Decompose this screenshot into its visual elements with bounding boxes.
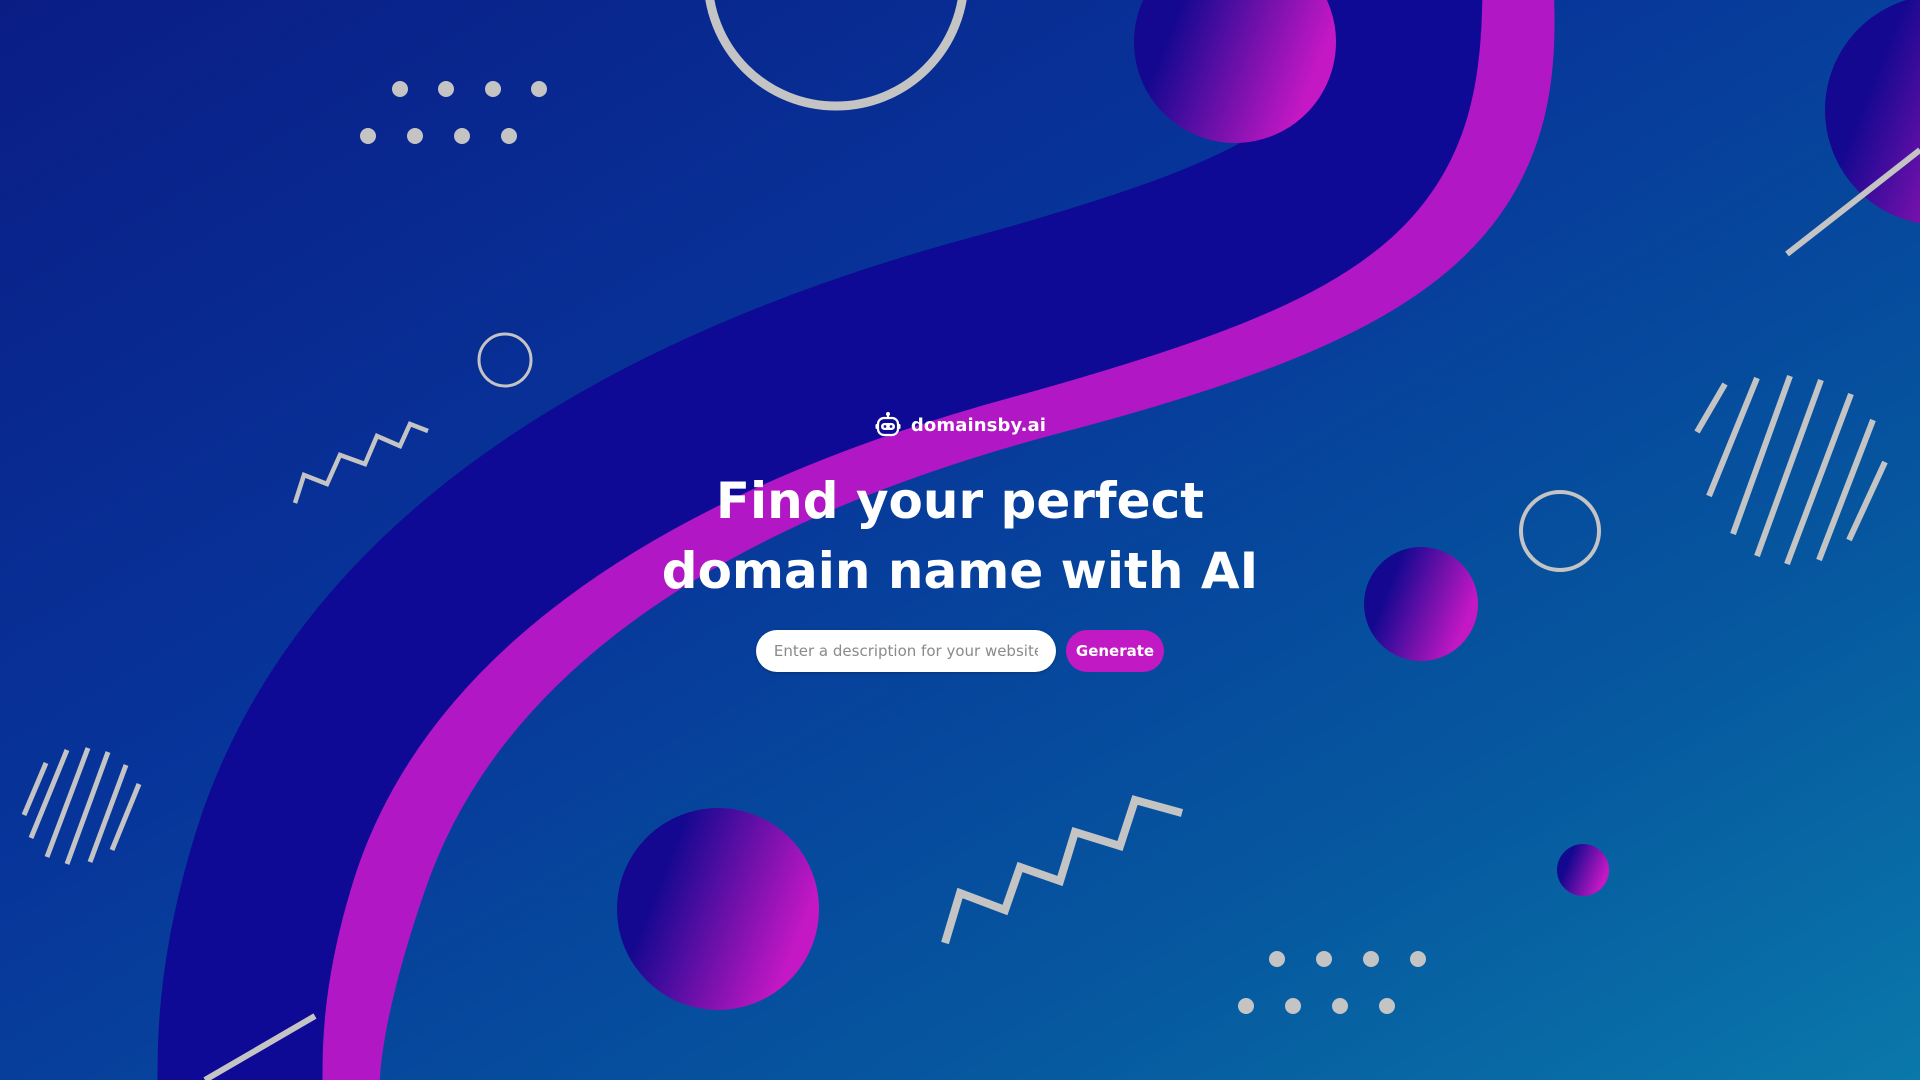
title-line-1: Find your perfect: [715, 472, 1205, 530]
brand-name: domainsby.ai: [910, 414, 1047, 436]
dot-grid-top-left: [360, 81, 547, 144]
zigzag-bottom: [941, 795, 1184, 945]
ring-top: [705, 0, 967, 111]
hero-section: domainsby.ai Find your perfect domain na…: [0, 410, 1920, 672]
orb-right-edge: [1825, 0, 1920, 224]
title-line-2: domain name with AI: [661, 542, 1259, 600]
brand-logo[interactable]: domainsby.ai: [874, 410, 1046, 440]
page-title: Find your perfect domain name with AI: [662, 466, 1258, 606]
description-input[interactable]: [755, 630, 1056, 672]
ring-small-left: [477, 332, 533, 388]
robot-icon: [875, 412, 901, 437]
orb-bottom-left: [617, 808, 819, 1010]
generate-form: Generate: [755, 630, 1165, 672]
orb-small: [1557, 844, 1609, 896]
generate-button[interactable]: Generate: [1065, 630, 1165, 672]
hatched-circle-left: [21, 747, 142, 865]
dot-grid-bottom-right: [1238, 951, 1426, 1014]
